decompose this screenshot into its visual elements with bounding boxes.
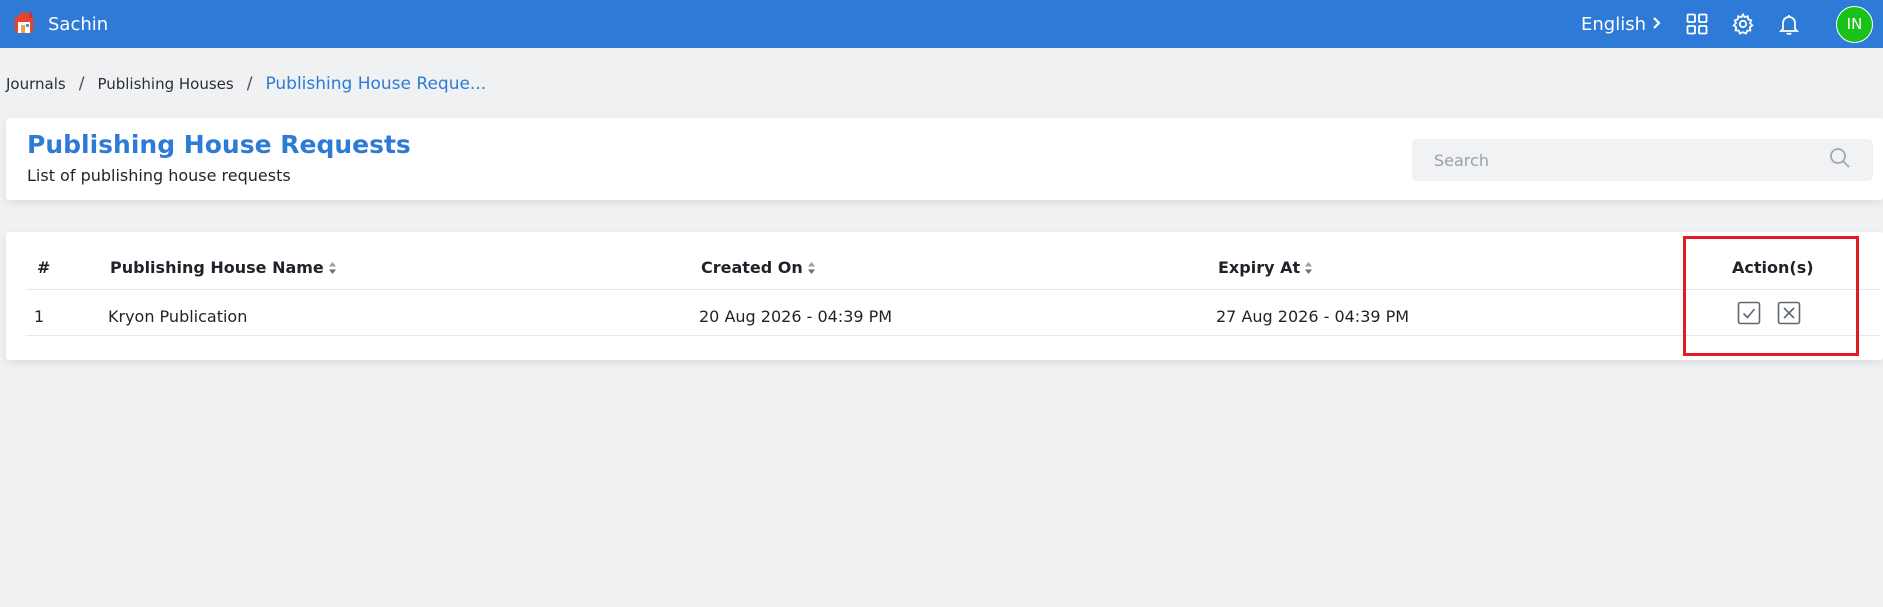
gear-icon[interactable] [1730,11,1756,37]
brand[interactable]: Sachin [10,9,108,39]
sort-icon[interactable] [1304,261,1313,275]
app-name: Sachin [48,13,109,35]
column-header-created-on[interactable]: Created On [701,258,816,277]
breadcrumb-journals[interactable]: Journals [6,75,66,93]
cell-index: 1 [34,307,45,326]
breadcrumb-separator: / [78,74,85,94]
sort-icon[interactable] [328,261,337,275]
language-selector[interactable]: English [1581,14,1662,35]
cell-expiry-at: 27 Aug 2026 - 04:39 PM [1216,307,1410,326]
breadcrumb-current: Publishing House Reque... [265,74,487,94]
row-divider [26,335,1881,336]
search-icon[interactable] [1829,147,1851,173]
column-label: Publishing House Name [110,258,324,277]
search-box [1412,139,1873,181]
column-label: Created On [701,258,803,277]
bell-icon[interactable] [1776,11,1802,37]
breadcrumb-separator: / [246,74,253,94]
cell-created-on: 20 Aug 2026 - 04:39 PM [699,307,893,326]
column-label: Expiry At [1218,258,1301,277]
requests-table: # Publishing House Name Created On Expir… [6,232,1883,360]
sort-icon[interactable] [807,261,816,275]
chevron-right-icon [1652,14,1662,35]
apps-grid-icon[interactable] [1684,11,1710,37]
cell-publishing-house-name: Kryon Publication [108,307,248,326]
column-header-expiry-at[interactable]: Expiry At [1218,258,1313,277]
language-label: English [1581,13,1646,35]
page-subtitle: List of publishing house requests [27,166,291,185]
top-navbar: Sachin English IN [0,0,1883,48]
column-label: # [37,258,51,277]
breadcrumb: Journals / Publishing Houses / Publishin… [6,74,486,94]
page-header-card: Publishing House Requests List of publis… [6,118,1883,200]
column-header-name[interactable]: Publishing House Name [110,258,337,277]
search-input[interactable] [1434,150,1829,170]
user-avatar[interactable]: IN [1836,5,1873,43]
breadcrumb-publishing-houses[interactable]: Publishing Houses [97,75,233,93]
home-icon [10,9,38,39]
header-divider [26,289,1881,290]
page-title: Publishing House Requests [27,130,411,159]
actions-highlight-box [1683,236,1859,356]
column-header-index: # [37,258,50,277]
